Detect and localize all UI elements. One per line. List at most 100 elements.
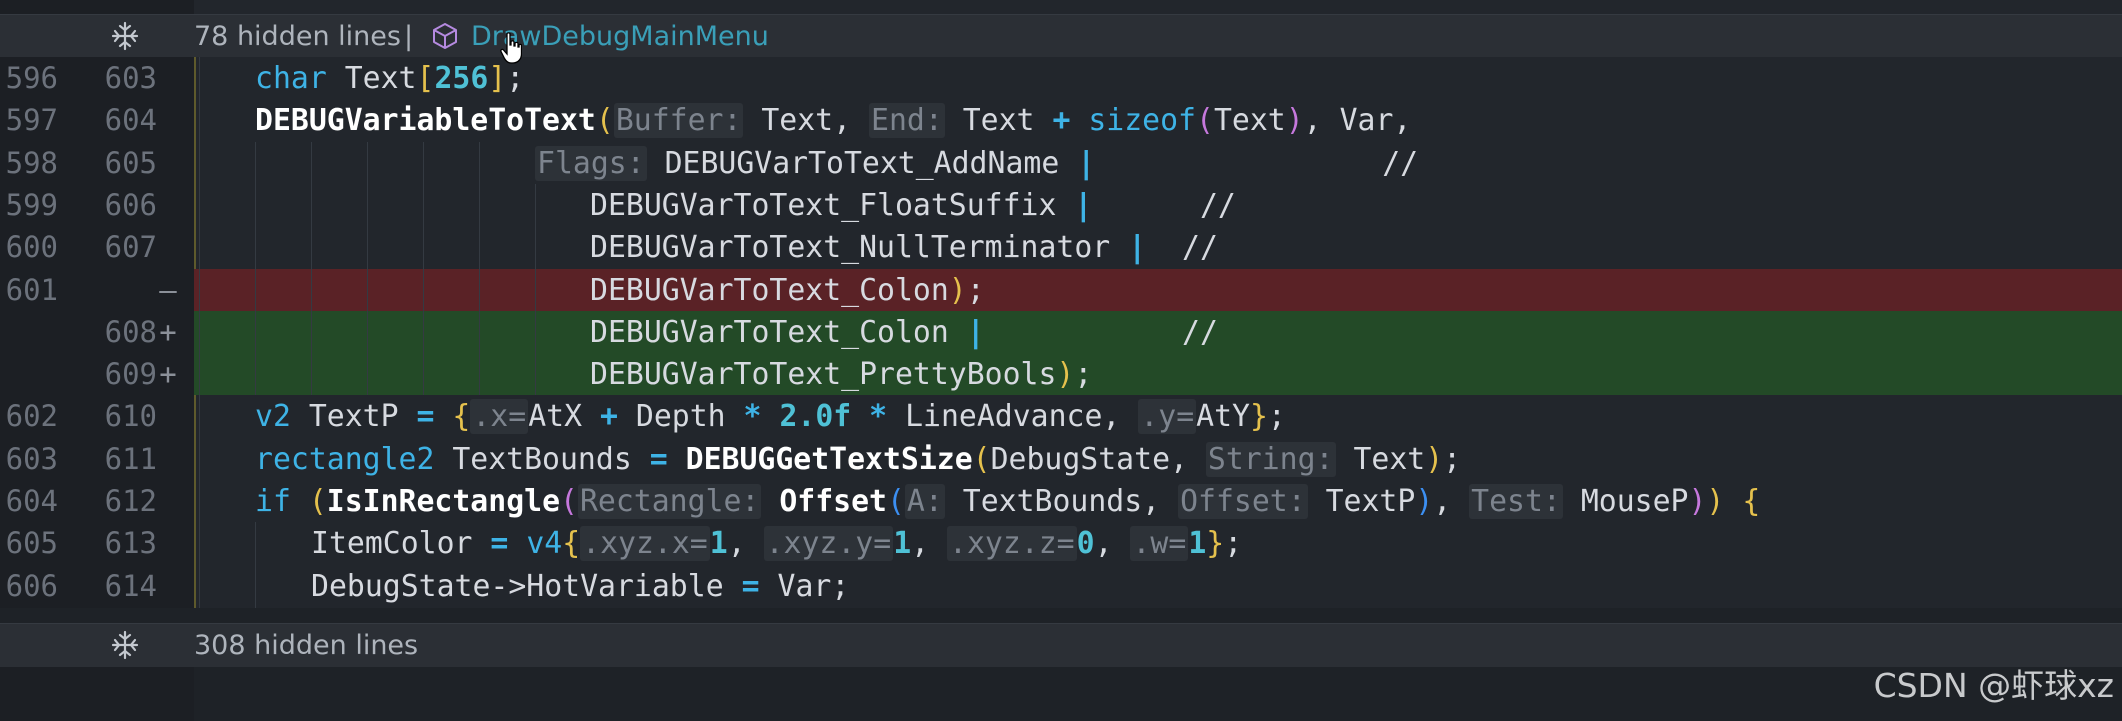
code-text[interactable]: DEBUGVarToText_NullTerminator | // — [590, 226, 1218, 269]
new-line-number: 612 — [104, 484, 157, 518]
new-line-number: 604 — [104, 103, 157, 138]
code-text[interactable]: v2 TextP = {.x=AtX + Depth * 2.0f * Line… — [255, 395, 1286, 438]
code-text[interactable]: ItemColor = v4{.xyz.x=1, .xyz.y=1, .xyz.… — [311, 522, 1242, 565]
indent-guide — [311, 183, 312, 227]
gutter-indicator — [194, 480, 196, 523]
diff-marker — [153, 395, 183, 438]
diff-marker — [153, 57, 183, 100]
new-line-number: 611 — [104, 441, 157, 476]
diff-marker — [153, 480, 183, 523]
context-line: 606 614 DebugState->HotVariable = Var; — [0, 564, 2122, 608]
code-text[interactable]: rectangle2 TextBounds = DEBUGGetTextSize… — [255, 438, 1461, 481]
diff-marker — [153, 226, 183, 269]
diff-view: 78 hidden lines | DrawDebugMainMenu 596 6… — [0, 0, 2122, 721]
indent-guide — [535, 310, 536, 354]
hidden-lines-count[interactable]: 78 hidden lines — [194, 15, 401, 58]
hidden-lines-count[interactable]: 308 hidden lines — [194, 624, 418, 667]
indent-guide — [255, 226, 256, 270]
addition-marker: + — [159, 314, 177, 349]
indent-guide — [367, 268, 368, 312]
indent-guide — [311, 353, 312, 397]
code-background — [194, 268, 2122, 312]
hidden-lines-bar-bottom[interactable]: 308 hidden lines — [0, 623, 2122, 668]
indent-guide — [367, 226, 368, 270]
indent-guide — [423, 141, 424, 185]
new-line-number: 614 — [104, 568, 157, 603]
indent-guide — [423, 268, 424, 312]
old-line-number — [0, 353, 58, 396]
indent-guide — [535, 226, 536, 270]
indent-guide — [367, 141, 368, 185]
indent-guide — [311, 141, 312, 185]
new-line-number: 607 — [104, 230, 157, 265]
gutter-indicator — [194, 437, 196, 481]
code-text[interactable]: DebugState->HotVariable = Var; — [311, 565, 849, 608]
code-text[interactable]: if (IsInRectangle(Rectangle: Offset(A: T… — [255, 480, 1760, 523]
old-line-number: 597 — [5, 103, 58, 138]
partial-code-line — [0, 0, 2122, 14]
indent-guide — [479, 353, 480, 397]
indent-guide — [199, 480, 200, 523]
old-line-number: 601 — [5, 272, 58, 307]
indent-guide — [479, 268, 480, 312]
expand-lines-icon[interactable] — [110, 21, 140, 51]
indent-guide — [367, 310, 368, 354]
gutter-indicator — [194, 226, 196, 270]
gutter-indicator — [194, 564, 196, 608]
watermark: CSDN @虾球xz — [1873, 666, 2114, 705]
indent-guide — [255, 141, 256, 185]
indent-guide — [479, 310, 480, 354]
indent-guide — [199, 437, 200, 481]
gutter-indicator — [194, 57, 196, 100]
deletion-marker: — — [159, 272, 177, 307]
code-text[interactable]: DEBUGVariableToText(Buffer: Text, End: T… — [255, 99, 1411, 142]
indent-guide — [199, 226, 200, 270]
indent-guide — [199, 310, 200, 354]
indent-guide — [479, 183, 480, 227]
indent-guide — [199, 522, 200, 566]
gutter-indicator — [194, 395, 196, 439]
diff-marker — [153, 522, 183, 565]
code-text[interactable]: DEBUGVarToText_Colon); — [590, 269, 985, 312]
old-line-number: 605 — [5, 526, 58, 561]
diff-marker — [153, 142, 183, 185]
added-line: 608 + DEBUGVarToText_Colon | // — [0, 310, 2122, 354]
code-text[interactable]: DEBUGVarToText_FloatSuffix | // — [590, 184, 1236, 227]
new-line-number: 613 — [104, 526, 157, 561]
indent-guide — [255, 564, 256, 608]
new-line-number: 609 — [104, 357, 157, 392]
indent-guide — [199, 183, 200, 227]
indent-guide — [199, 353, 200, 397]
old-line-number: 606 — [5, 568, 58, 603]
context-line: 599 606 DEBUGVarToText_FloatSuffix | // — [0, 183, 2122, 227]
indent-guide — [423, 310, 424, 354]
context-line: 604 612 if (IsInRectangle(Rectangle: Offse… — [0, 480, 2122, 523]
diff-marker — [153, 438, 183, 481]
hidden-lines-bar-top[interactable]: 78 hidden lines | DrawDebugMainMenu — [0, 14, 2122, 59]
context-line: 597 604 DEBUGVariableToText(Buffer: Text, … — [0, 99, 2122, 143]
context-line: 596 603 char Text[256]; — [0, 57, 2122, 100]
code-text[interactable]: Flags: DEBUGVarToText_AddName | // — [535, 142, 1418, 185]
diff-marker — [153, 565, 183, 608]
code-background — [194, 353, 2122, 397]
hand-pointer-icon — [500, 32, 522, 64]
gutter — [0, 667, 194, 721]
new-line-number: 605 — [104, 145, 157, 180]
indent-guide — [255, 522, 256, 566]
context-line: 603 611 rectangle2 TextBounds = DEBUGGetTe… — [0, 437, 2122, 481]
gutter-indicator — [194, 522, 196, 566]
old-line-number: 600 — [5, 230, 58, 265]
code-text[interactable]: DEBUGVarToText_Colon | // — [590, 311, 1218, 354]
old-line-number: 598 — [5, 145, 58, 180]
new-line-number: 603 — [104, 61, 157, 95]
indent-guide — [311, 268, 312, 312]
code-text[interactable]: char Text[256]; — [255, 57, 524, 100]
context-line: 605 613 ItemColor = v4{.xyz.x=1, .xyz.y=1,… — [0, 522, 2122, 566]
code-text[interactable]: DEBUGVarToText_PrettyBools); — [590, 353, 1092, 396]
gutter — [0, 0, 194, 14]
indent-guide — [479, 141, 480, 185]
indent-guide — [311, 310, 312, 354]
gutter-indicator — [194, 99, 196, 143]
expand-lines-icon[interactable] — [110, 630, 140, 660]
new-line-number: 608 — [104, 314, 157, 349]
